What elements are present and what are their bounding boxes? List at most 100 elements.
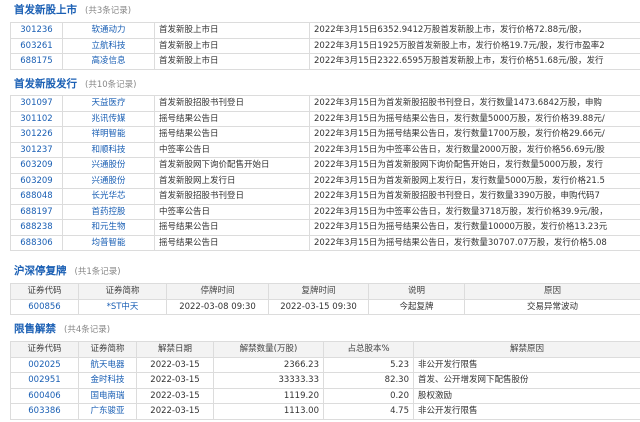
event-type: 首发新股招股书刊登日 <box>154 95 310 112</box>
stock-name-link[interactable]: 祥明智能 <box>62 126 155 143</box>
table-row: 688306 均普智能 摇号结果公告日 2022年3月15日为摇号结果公告日，发行数量… <box>10 234 640 251</box>
stock-code-link[interactable]: 603209 <box>10 157 63 174</box>
stock-name-link[interactable]: 兴通股份 <box>62 172 155 189</box>
suspend-time: 2022-03-08 09:30 <box>166 298 269 315</box>
ipo-issue-table: 301097 天益医疗 首发新股招股书刊登日 2022年3月15日为首发新股招股书刊登… <box>10 95 640 251</box>
suspension-table: 证券代码 证券简称 停牌时间 复牌时间 说明 原因 600856 *ST中天 2022-03-… <box>10 283 640 315</box>
stock-code-link[interactable]: 688048 <box>10 188 63 205</box>
stock-name-link[interactable]: 首药控股 <box>62 203 155 220</box>
unlock-date: 2022-03-15 <box>136 356 214 373</box>
share-percent: 5.23 <box>323 356 414 373</box>
event-type: 摇号结果公告日 <box>154 219 310 236</box>
stock-name-link[interactable]: 立航科技 <box>62 37 155 54</box>
stock-name-link[interactable]: 兴通股份 <box>62 157 155 174</box>
stock-name-link[interactable]: 长光华芯 <box>62 188 155 205</box>
unlock-reason: 非公开发行限售 <box>413 356 640 373</box>
table-row: 603209 兴通股份 首发新股网上发行日 2022年3月15日为首发新股网上发行日，… <box>10 172 640 189</box>
table-row: 688197 首药控股 中签率公告日 2022年3月15日为中签率公告日，发行数量37… <box>10 203 640 220</box>
unlock-reason: 首发、公开增发网下配售股份 <box>413 372 640 389</box>
stock-code-link[interactable]: 600856 <box>10 298 79 315</box>
event-description: 2022年3月15日为摇号结果公告日，发行数量5000万股，发行价格39.88元… <box>309 110 640 127</box>
event-type: 摇号结果公告日 <box>154 126 310 143</box>
stock-code-link[interactable]: 688238 <box>10 219 63 236</box>
stock-code-link[interactable]: 600406 <box>10 387 79 404</box>
stock-name-link[interactable]: 和顺科技 <box>62 141 155 158</box>
stock-code-link[interactable]: 603386 <box>10 403 79 420</box>
event-description: 2022年3月15日为首发新股招股书刊登日，发行数量3390万股，申购代码7 <box>309 188 640 205</box>
stock-code-link[interactable]: 002951 <box>10 372 79 389</box>
event-type: 首发新股招股书刊登日 <box>154 188 310 205</box>
unlock-reason: 非公开发行限售 <box>413 403 640 420</box>
stock-code-link[interactable]: 688306 <box>10 234 63 251</box>
table-row: 688048 长光华芯 首发新股招股书刊登日 2022年3月15日为首发新股招股书刊登… <box>10 188 640 205</box>
stock-code-link[interactable]: 688175 <box>10 53 63 70</box>
stock-code-link[interactable]: 603261 <box>10 37 63 54</box>
section-title-unlock: 限售解禁 (共4条记录) <box>14 322 110 336</box>
share-percent: 4.75 <box>323 403 414 420</box>
event-type: 首发新股上市日 <box>154 37 310 54</box>
section-title-text: 沪深停复牌 <box>14 265 67 277</box>
stock-name-link[interactable]: *ST中天 <box>78 298 167 315</box>
unlock-date: 2022-03-15 <box>136 387 214 404</box>
table-row: 688238 和元生物 摇号结果公告日 2022年3月15日为摇号结果公告日，发行数量… <box>10 219 640 236</box>
stock-name-link[interactable]: 天益医疗 <box>62 95 155 112</box>
event-type: 摇号结果公告日 <box>154 110 310 127</box>
event-type: 中签率公告日 <box>154 203 310 220</box>
stock-code-link[interactable]: 301102 <box>10 110 63 127</box>
event-description: 2022年3月15日2322.6595万股首发新股上市，发行价格51.68元/股… <box>309 53 640 70</box>
event-description: 2022年3月15日为首发新股网下询价配售开始日，发行数量5000万股，发行 <box>309 157 640 174</box>
event-description: 2022年3月15日为摇号结果公告日，发行数量1700万股，发行价格29.66元… <box>309 126 640 143</box>
stock-code-link[interactable]: 002025 <box>10 356 79 373</box>
reason: 交易异常波动 <box>464 298 640 315</box>
event-type: 首发新股上市日 <box>154 53 310 70</box>
column-header: 解禁日期 <box>136 341 214 358</box>
stock-code-link[interactable]: 301237 <box>10 141 63 158</box>
event-description: 2022年3月15日为摇号结果公告日，发行数量10000万股，发行价格13.23… <box>309 219 640 236</box>
stock-name-link[interactable]: 软通动力 <box>62 22 155 39</box>
stock-code-link[interactable]: 301097 <box>10 95 63 112</box>
stock-name-link[interactable]: 航天电器 <box>78 356 137 373</box>
table-row: 002025 航天电器 2022-03-15 2366.23 5.23 非公开发行限售 <box>10 356 640 373</box>
unlock-quantity: 2366.23 <box>213 356 324 373</box>
column-header: 停牌时间 <box>166 283 269 300</box>
share-percent: 82.30 <box>323 372 414 389</box>
table-row: 603386 广东骏亚 2022-03-15 1113.00 4.75 非公开发行限售 <box>10 403 640 420</box>
stock-name-link[interactable]: 高凌信息 <box>62 53 155 70</box>
stock-name-link[interactable]: 国电南瑞 <box>78 387 137 404</box>
unlock-table: 证券代码 证券简称 解禁日期 解禁数量(万股) 占总股本% 解禁原因 002025 航天电器… <box>10 341 640 420</box>
column-header: 证券简称 <box>78 283 167 300</box>
stock-name-link[interactable]: 广东骏亚 <box>78 403 137 420</box>
section-title-text: 首发新股发行 <box>14 78 77 90</box>
column-header: 证券简称 <box>78 341 137 358</box>
column-header: 证券代码 <box>10 283 79 300</box>
event-type: 首发新股上市日 <box>154 22 310 39</box>
table-row: 600856 *ST中天 2022-03-08 09:30 2022-03-15 09… <box>10 298 640 315</box>
unlock-reason: 股权激励 <box>413 387 640 404</box>
record-count: (共3条记录) <box>85 6 132 16</box>
share-percent: 0.20 <box>323 387 414 404</box>
column-header: 证券代码 <box>10 341 79 358</box>
unlock-quantity: 33333.33 <box>213 372 324 389</box>
stock-name-link[interactable]: 均普智能 <box>62 234 155 251</box>
section-title-ipo-listing: 首发新股上市 (共3条记录) <box>14 3 131 17</box>
table-row: 603261 立航科技 首发新股上市日 2022年3月15日1925万股首发新股上市，… <box>10 37 640 54</box>
resume-time: 2022-03-15 09:30 <box>268 298 369 315</box>
table-row: 301237 和顺科技 中签率公告日 2022年3月15日为中签率公告日，发行数量20… <box>10 141 640 158</box>
ipo-listing-table: 301236 软通动力 首发新股上市日 2022年3月15日6352.9412万股首发… <box>10 22 640 70</box>
column-header: 说明 <box>368 283 465 300</box>
table-row: 301102 兆讯传媒 摇号结果公告日 2022年3月15日为摇号结果公告日，发行数量… <box>10 110 640 127</box>
record-count: (共1条记录) <box>74 267 121 277</box>
stock-code-link[interactable]: 603209 <box>10 172 63 189</box>
stock-name-link[interactable]: 兆讯传媒 <box>62 110 155 127</box>
table-row: 301097 天益医疗 首发新股招股书刊登日 2022年3月15日为首发新股招股书刊登… <box>10 95 640 112</box>
table-row: 600406 国电南瑞 2022-03-15 1119.20 0.20 股权激励 <box>10 387 640 404</box>
stock-code-link[interactable]: 301236 <box>10 22 63 39</box>
event-type: 中签率公告日 <box>154 141 310 158</box>
section-title-suspension: 沪深停复牌 (共1条记录) <box>14 264 121 278</box>
record-count: (共10条记录) <box>85 80 137 90</box>
unlock-date: 2022-03-15 <box>136 372 214 389</box>
stock-name-link[interactable]: 金时科技 <box>78 372 137 389</box>
stock-name-link[interactable]: 和元生物 <box>62 219 155 236</box>
stock-code-link[interactable]: 301226 <box>10 126 63 143</box>
stock-code-link[interactable]: 688197 <box>10 203 63 220</box>
